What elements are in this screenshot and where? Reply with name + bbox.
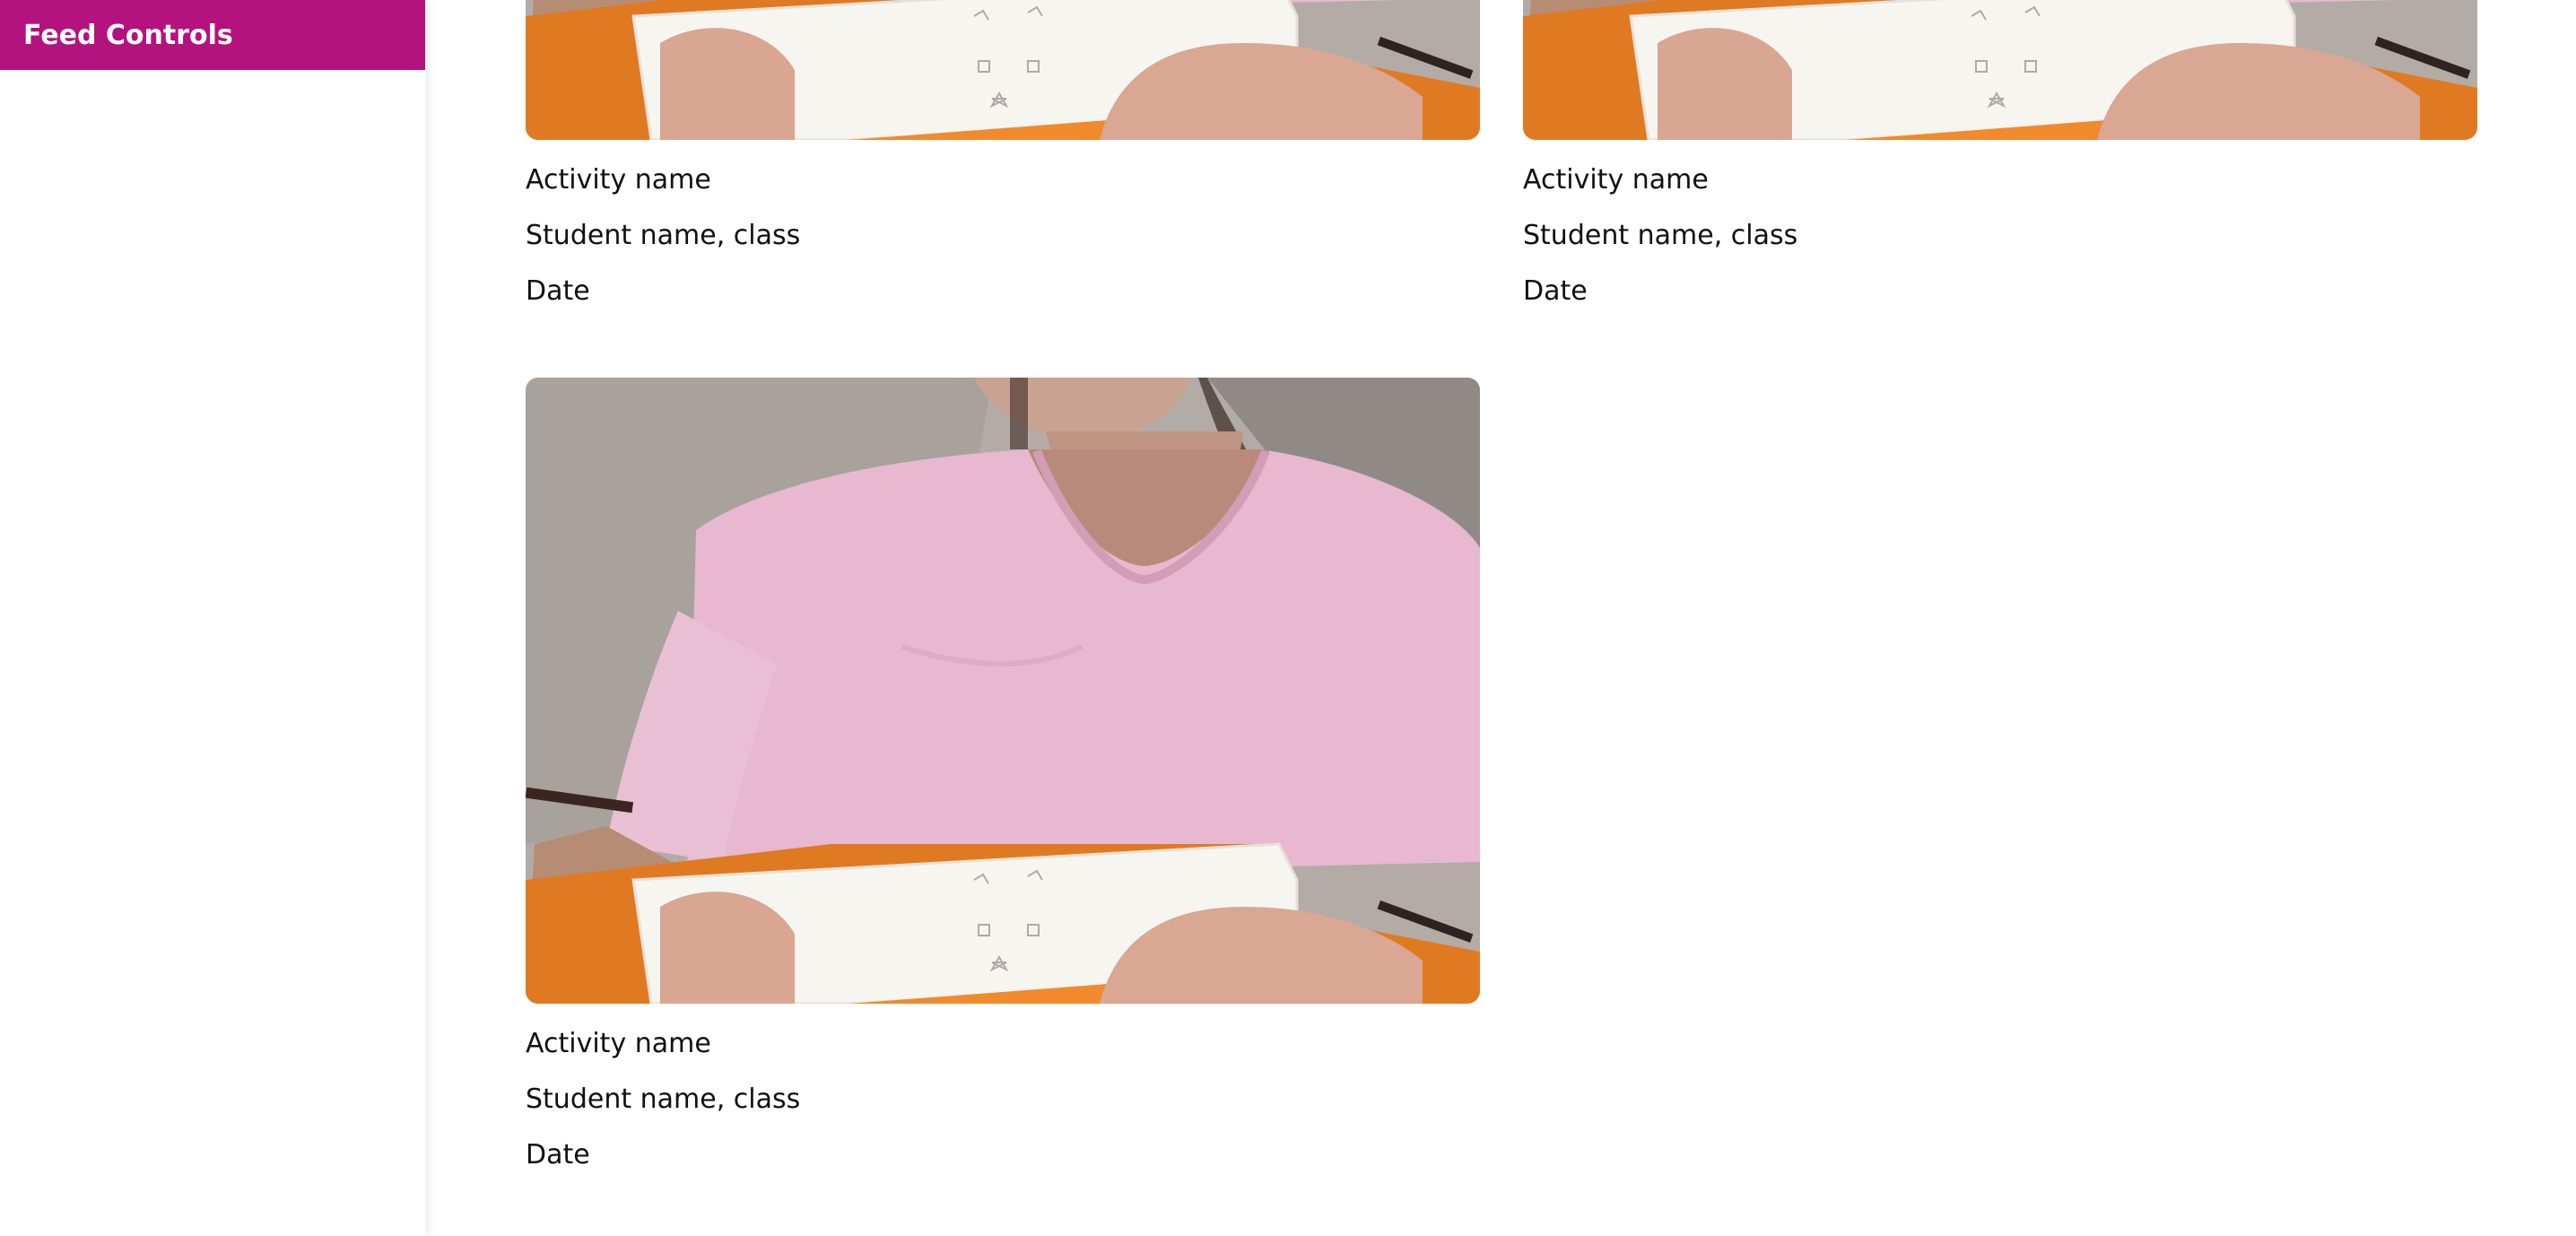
activity-date: Date [1523,275,1588,307]
student-name-class: Student name, class [526,220,801,251]
student-activity-photo-icon [526,378,1480,1004]
student-activity-photo-icon [1523,0,2477,140]
activity-photo[interactable] [526,0,1480,140]
activity-name: Activity name [526,164,711,196]
activity-photo[interactable] [526,378,1480,1004]
feed-controls-sidebar: Feed Controls [0,0,425,1236]
activity-date: Date [526,275,590,307]
student-activity-photo-icon [526,0,1480,140]
student-name-class: Student name, class [526,1084,801,1115]
activity-name: Activity name [526,1028,711,1059]
activity-name: Activity name [1523,164,1709,196]
student-name-class: Student name, class [1523,220,1798,251]
activity-date: Date [526,1139,590,1171]
sidebar-title: Feed Controls [23,19,233,51]
activity-photo[interactable] [1523,0,2477,140]
feed-controls-header[interactable]: Feed Controls [0,0,425,70]
